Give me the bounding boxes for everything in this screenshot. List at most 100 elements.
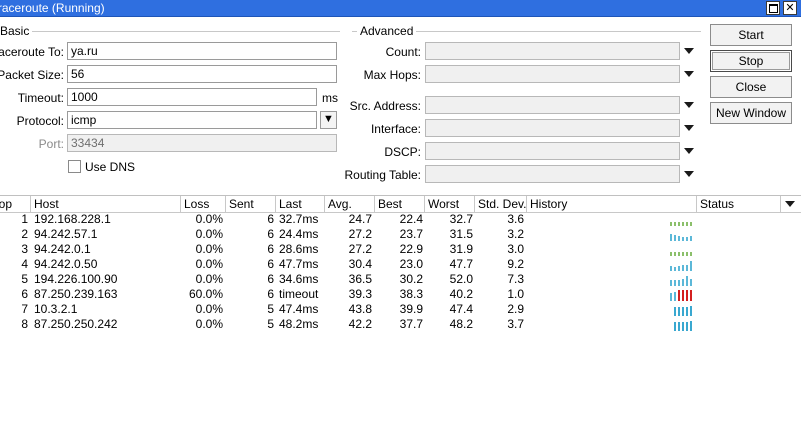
stop-button[interactable]: Stop	[710, 50, 792, 72]
cell-best: 30.2	[399, 272, 423, 286]
history-bar	[670, 234, 672, 241]
col-loss[interactable]: Loss	[181, 196, 226, 212]
interface-dropdown-icon[interactable]	[684, 125, 694, 131]
table-row[interactable]: 4 94.242.0.50 0.0% 6 47.7ms 30.4 23.0 47.7 9.2	[0, 257, 801, 272]
cell-best: 38.3	[399, 287, 423, 301]
col-history[interactable]: History	[527, 196, 697, 212]
routing-table-dropdown-icon[interactable]	[684, 171, 694, 177]
table-row[interactable]: 6 87.250.239.163 60.0% 6 timeout 39.3 38.3 40.2…	[0, 287, 801, 302]
traceroute-to-input[interactable]: ya.ru	[67, 42, 337, 60]
table-row[interactable]: 7 10.3.2.1 0.0% 5 47.4ms 43.8 39.9 47.4 2.9	[0, 302, 801, 317]
col-std-dev[interactable]: Std. Dev.	[475, 196, 527, 212]
col-status[interactable]: Status	[697, 196, 781, 212]
max-hops-dropdown-icon[interactable]	[684, 71, 694, 77]
history-bar	[678, 266, 680, 271]
cell-last: 24.4ms	[279, 227, 319, 241]
history-sparkline	[670, 215, 700, 226]
col-worst[interactable]: Worst	[425, 196, 475, 212]
cell-last: 47.4ms	[279, 302, 319, 316]
routing-table-input[interactable]	[425, 165, 680, 183]
cell-loss: 60.0%	[188, 287, 223, 301]
cell-host: 192.168.228.1	[34, 212, 111, 226]
history-sparkline	[674, 305, 704, 316]
close-button[interactable]: Close	[710, 76, 792, 98]
cell-host: 194.226.100.90	[34, 272, 118, 286]
cell-host: 94.242.0.50	[34, 257, 98, 271]
history-bar	[682, 265, 684, 271]
history-bar	[682, 252, 684, 256]
max-hops-input[interactable]	[425, 65, 680, 83]
use-dns-checkbox[interactable]	[68, 160, 81, 173]
dscp-label: DSCP:	[384, 145, 421, 159]
cell-status	[700, 257, 780, 272]
col-hop[interactable]: Hop	[0, 196, 31, 212]
cell-std-dev: 7.3	[507, 272, 524, 286]
protocol-select[interactable]: icmp	[67, 111, 317, 129]
cell-status	[700, 302, 780, 317]
cell-avg: 24.7	[348, 212, 372, 226]
history-bar	[690, 261, 692, 271]
new-window-button[interactable]: New Window	[710, 102, 792, 124]
routing-table-label: Routing Table:	[344, 168, 422, 182]
advanced-section-title: Advanced	[357, 24, 417, 38]
count-dropdown-icon[interactable]	[684, 48, 694, 54]
cell-hop: 8	[21, 317, 28, 331]
history-bar	[674, 292, 676, 301]
col-last[interactable]: Last	[276, 196, 325, 212]
cell-last: timeout	[279, 287, 319, 301]
table-row[interactable]: 5 194.226.100.90 0.0% 6 34.6ms 36.5 30.2 52.0 7.…	[0, 272, 801, 287]
col-sent[interactable]: Sent	[226, 196, 276, 212]
protocol-label: Protocol:	[16, 114, 64, 128]
history-sparkline	[670, 275, 700, 286]
cell-sent: 6	[267, 242, 274, 256]
col-avg[interactable]: Avg.	[325, 196, 375, 212]
max-hops-label: Max Hops:	[363, 68, 421, 82]
history-sparkline	[670, 290, 700, 301]
history-bar	[682, 222, 684, 226]
use-dns-label: Use DNS	[85, 160, 136, 174]
cell-std-dev: 3.6	[507, 212, 524, 226]
col-host[interactable]: Host	[31, 196, 181, 212]
close-window-button[interactable]: ✕	[783, 1, 797, 15]
cell-hop: 5	[21, 272, 28, 286]
timeout-input[interactable]: 1000	[67, 88, 317, 106]
history-bar	[682, 237, 684, 241]
table-row[interactable]: 8 87.250.250.242 0.0% 5 48.2ms 42.2 37.7 48.2 3.…	[0, 317, 801, 332]
src-address-input[interactable]	[425, 96, 680, 114]
cell-sent: 5	[267, 302, 274, 316]
dscp-input[interactable]	[425, 142, 680, 160]
port-input[interactable]: 33434	[67, 134, 337, 152]
cell-sent: 6	[267, 212, 274, 226]
column-menu-icon[interactable]	[785, 201, 795, 207]
cell-best: 22.4	[399, 212, 423, 226]
cell-worst: 52.0	[449, 272, 473, 286]
cell-avg: 39.3	[348, 287, 372, 301]
cell-hop: 3	[21, 242, 28, 256]
cell-loss: 0.0%	[195, 302, 223, 316]
cell-sent: 6	[267, 257, 274, 271]
table-row[interactable]: 1 192.168.228.1 0.0% 6 32.7ms 24.7 22.4 32.7 3.6	[0, 212, 801, 227]
restore-button[interactable]	[766, 1, 780, 15]
src-address-dropdown-icon[interactable]	[684, 102, 694, 108]
cell-sent: 5	[267, 317, 274, 331]
cell-best: 23.7	[399, 227, 423, 241]
cell-worst: 31.5	[449, 227, 473, 241]
packet-size-label: Packet Size:	[0, 68, 64, 82]
interface-label: Interface:	[370, 122, 421, 136]
cell-std-dev: 3.0	[507, 242, 524, 256]
history-bar	[682, 322, 684, 331]
col-best[interactable]: Best	[375, 196, 425, 212]
dscp-dropdown-icon[interactable]	[684, 148, 694, 154]
packet-size-input[interactable]: 56	[67, 65, 337, 83]
cell-host: 94.242.0.1	[34, 242, 91, 256]
table-row[interactable]: 3 94.242.0.1 0.0% 6 28.6ms 27.2 22.9 31.9 3.0	[0, 242, 801, 257]
history-sparkline	[670, 245, 700, 256]
history-bar	[686, 237, 688, 241]
history-bar	[682, 279, 684, 286]
cell-worst: 32.7	[449, 212, 473, 226]
count-input[interactable]	[425, 42, 680, 60]
interface-input[interactable]	[425, 119, 680, 137]
window-title: Traceroute (Running)	[0, 1, 105, 15]
start-button[interactable]: Start	[710, 24, 792, 46]
table-row[interactable]: 2 94.242.57.1 0.0% 6 24.4ms 27.2 23.7 31.5 3.2	[0, 227, 801, 242]
